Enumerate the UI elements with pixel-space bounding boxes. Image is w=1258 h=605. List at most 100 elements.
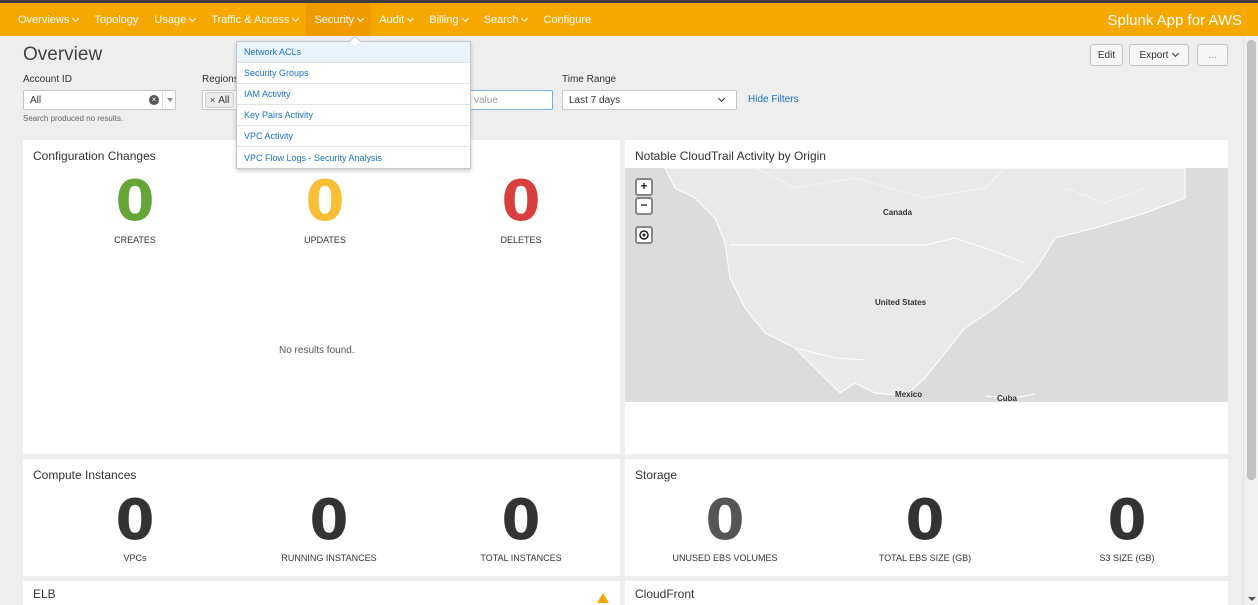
deletes-value: 0 [501, 169, 541, 234]
hide-filters-link[interactable]: Hide Filters [748, 94, 799, 105]
map-label-cuba: Cuba [997, 394, 1017, 402]
time-range-select[interactable]: Last 7 days [562, 90, 737, 110]
regions-chip[interactable]: × All [205, 92, 235, 108]
security-dropdown-menu: Network ACLs Security Groups IAM Activit… [236, 35, 471, 169]
nav-search-label: Search [483, 13, 519, 26]
elb-panel: ELB [23, 581, 620, 605]
creates-value: 0 [115, 169, 155, 234]
creates-label: CREATES [114, 235, 156, 245]
cloudtrail-origin-map[interactable]: + − Canada United States Mexico Cuba [625, 168, 1228, 402]
menu-item-security-groups[interactable]: Security Groups [237, 63, 470, 84]
nav-usage-label: Usage [154, 13, 187, 26]
edit-button[interactable]: Edit [1090, 44, 1123, 66]
time-range-label: Time Range [562, 74, 617, 85]
menu-item-key-pairs-activity[interactable]: Key Pairs Activity [237, 105, 470, 126]
nav-overviews-label: Overviews [18, 13, 70, 26]
nav-traffic-access-label: Traffic & Access [211, 13, 290, 26]
locate-icon[interactable] [635, 226, 653, 244]
nav-security[interactable]: Security [306, 3, 372, 36]
cloudfront-panel: CloudFront [625, 581, 1228, 605]
scroll-down-icon[interactable] [1248, 597, 1256, 601]
chevron-down-icon [1172, 49, 1180, 58]
warning-icon[interactable] [597, 593, 609, 603]
updates-value: 0 [305, 169, 345, 234]
search-status-note: Search produced no results. [23, 114, 124, 123]
no-results-message: No results found. [279, 345, 355, 356]
chevron-down-icon [72, 14, 80, 22]
time-range-value: Last 7 days [569, 94, 621, 106]
export-button-label: Export [1139, 49, 1169, 61]
vpcs-label: VPCs [123, 553, 147, 563]
chevron-down-icon [357, 14, 365, 22]
clear-icon[interactable]: × [149, 95, 159, 105]
configuration-changes-panel: Configuration Changes 0 CREATES 0 UPDATE… [23, 140, 620, 454]
scrollbar-thumb[interactable] [1247, 40, 1256, 480]
running-instances-label: RUNNING INSTANCES [281, 553, 377, 563]
zoom-out-button[interactable]: − [635, 197, 653, 215]
total-ebs-size-label: TOTAL EBS SIZE (GB) [878, 553, 972, 563]
panel-title: ELB [33, 587, 56, 601]
chevron-down-icon [461, 14, 469, 22]
nav-traffic-access[interactable]: Traffic & Access [203, 3, 306, 36]
total-ebs-size-value: 0 [905, 488, 945, 553]
account-id-value: All [30, 94, 42, 106]
nav-security-label: Security [314, 13, 355, 26]
nav-topology-label: Topology [94, 13, 139, 26]
chevron-down-icon [407, 14, 415, 22]
s3-size-label: S3 SIZE (GB) [1099, 553, 1155, 563]
regions-label: Regions [202, 74, 239, 85]
storage-panel: Storage 0 UNUSED EBS VOLUMES 0 TOTAL EBS… [625, 459, 1228, 576]
total-instances-value: 0 [501, 488, 541, 553]
close-icon[interactable]: × [210, 95, 215, 105]
crosshair-icon [639, 230, 649, 240]
nav-billing[interactable]: Billing [421, 3, 475, 36]
page-title: Overview [23, 44, 103, 65]
total-instances-label: TOTAL INSTANCES [480, 553, 562, 563]
edit-button-label: Edit [1097, 49, 1116, 61]
map-label-canada: Canada [883, 208, 912, 217]
text-filter-placeholder: value [474, 94, 498, 106]
panel-title: CloudFront [635, 587, 695, 601]
map-label-united-states: United States [875, 298, 927, 307]
panel-title: Storage [635, 468, 678, 482]
menu-item-iam-activity[interactable]: IAM Activity [237, 84, 470, 105]
vpcs-value: 0 [115, 488, 155, 553]
panel-title: Notable CloudTrail Activity by Origin [635, 149, 826, 163]
zoom-in-button[interactable]: + [635, 178, 653, 196]
chevron-down-icon [717, 94, 726, 103]
nav-configure-label: Configure [543, 13, 592, 26]
nav-overviews[interactable]: Overviews [10, 3, 86, 36]
regions-chip-label: All [218, 94, 230, 106]
nav-audit-label: Audit [379, 13, 405, 26]
export-button[interactable]: Export [1129, 44, 1189, 66]
running-instances-value: 0 [309, 488, 349, 553]
chevron-down-icon [292, 14, 300, 22]
deletes-label: DELETES [500, 235, 542, 245]
unused-ebs-volumes-value: 0 [705, 488, 745, 553]
panel-title: Configuration Changes [33, 149, 156, 163]
nav-search[interactable]: Search [476, 3, 536, 36]
nav-audit[interactable]: Audit [371, 3, 421, 36]
panel-title: Compute Instances [33, 468, 137, 482]
updates-label: UPDATES [304, 235, 346, 245]
more-button-label: ... [1208, 49, 1217, 61]
chevron-down-icon [521, 14, 529, 22]
more-button[interactable]: ... [1197, 44, 1228, 66]
page-scrollbar[interactable] [1243, 36, 1258, 605]
app-title[interactable]: Splunk App for AWS [1107, 12, 1242, 29]
unused-ebs-volumes-label: UNUSED EBS VOLUMES [672, 553, 778, 563]
menu-item-vpc-activity[interactable]: VPC Activity [237, 126, 470, 147]
compute-instances-panel: Compute Instances 0 VPCs 0 RUNNING INSTA… [23, 459, 620, 576]
chevron-down-icon[interactable] [162, 91, 176, 109]
map-label-mexico: Mexico [895, 390, 923, 399]
s3-size-value: 0 [1107, 488, 1147, 553]
nav-usage[interactable]: Usage [146, 3, 203, 36]
north-america-map [625, 168, 1228, 402]
chevron-down-icon [189, 14, 197, 22]
nav-configure[interactable]: Configure [535, 3, 599, 36]
account-id-label: Account ID [23, 74, 72, 85]
nav-topology[interactable]: Topology [86, 3, 146, 36]
top-nav-bar: Overviews Topology Usage Traffic & Acces… [0, 0, 1258, 36]
menu-item-vpc-flow-logs[interactable]: VPC Flow Logs - Security Analysis [237, 147, 470, 168]
nav-billing-label: Billing [429, 13, 459, 26]
